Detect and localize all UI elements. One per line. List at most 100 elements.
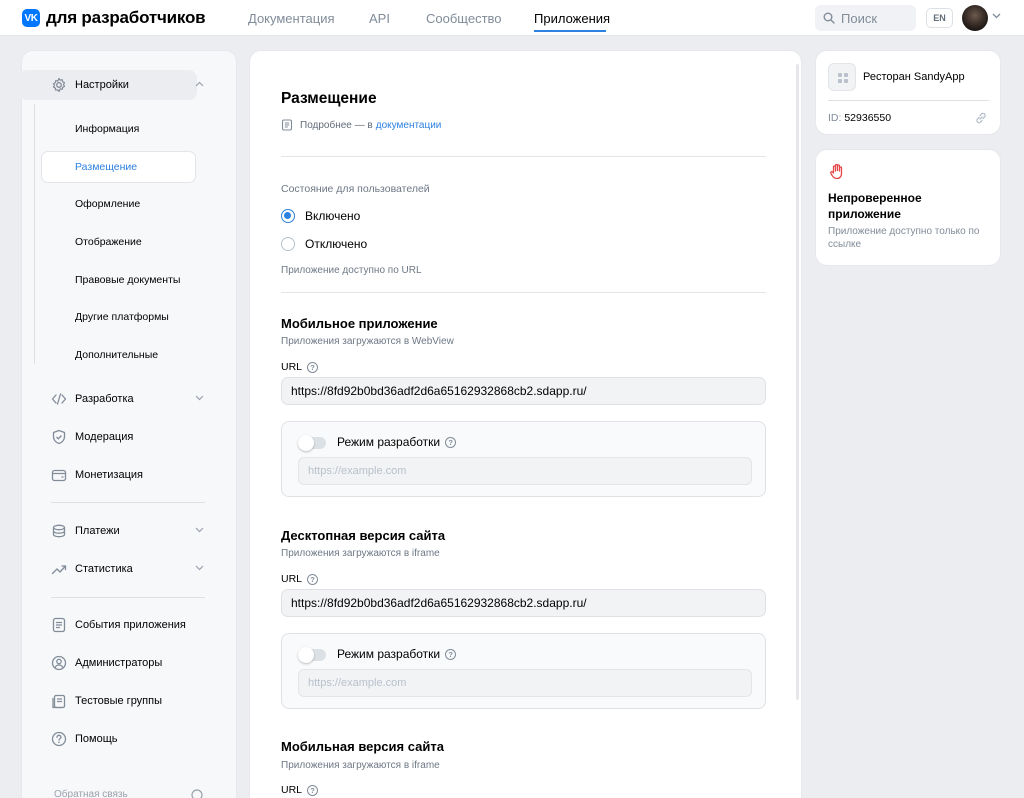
help-icon[interactable]: ? <box>307 361 319 373</box>
vk-logo-icon: VK <box>22 9 40 27</box>
sidebar-sub-legal[interactable]: Правовые документы <box>75 274 180 286</box>
chevron-down-icon <box>195 565 204 571</box>
code-icon <box>51 393 67 405</box>
dev-mode-toggle[interactable] <box>298 435 326 451</box>
sidebar-sub-extra[interactable]: Дополнительные <box>75 349 158 361</box>
language-button[interactable]: EN <box>926 8 953 28</box>
radio-disabled[interactable]: Отключено <box>281 237 367 251</box>
hand-stop-icon <box>830 163 843 180</box>
nav-active-indicator <box>534 30 606 32</box>
url-label: URL? <box>281 361 319 373</box>
section-title: Мобильная версия сайта <box>281 739 444 754</box>
search-input[interactable]: Поиск <box>815 5 916 31</box>
submenu-line <box>34 104 35 364</box>
sidebar-item-statistics[interactable]: Статистика <box>21 554 237 584</box>
dev-url-input[interactable]: https://example.com <box>298 669 752 697</box>
divider <box>828 100 989 101</box>
help-icon[interactable]: ? <box>445 648 457 660</box>
vk-dev-logo[interactable]: VK для разработчиков <box>22 8 206 28</box>
nav-docs[interactable]: Документация <box>248 11 335 26</box>
nav-community[interactable]: Сообщество <box>426 11 502 26</box>
mobile-app-url-input[interactable]: https://8fd92b0bd36adf2d6a65162932868cb2… <box>281 377 766 405</box>
docs-hint-text: Подробнее — в <box>300 119 373 131</box>
app-id: ID: 52936550 <box>828 112 891 124</box>
url-label: URL? <box>281 784 319 796</box>
help-icon[interactable]: ? <box>307 573 319 585</box>
sidebar-sub-design[interactable]: Оформление <box>75 198 140 210</box>
app-id-value: 52936550 <box>844 112 892 124</box>
section-title: Десктопная версия сайта <box>281 528 446 543</box>
sidebar-sub-display[interactable]: Отображение <box>75 236 142 248</box>
radio-unchecked-icon[interactable] <box>281 237 295 251</box>
nav-api[interactable]: API <box>369 11 390 26</box>
sidebar-item-payments[interactable]: Платежи <box>21 516 237 546</box>
logo-text: для разработчиков <box>46 8 206 27</box>
chat-icon[interactable] <box>191 789 203 798</box>
nav-apps[interactable]: Приложения <box>534 11 610 26</box>
sidebar-item-development[interactable]: Разработка <box>21 384 237 414</box>
chevron-down-icon[interactable] <box>992 13 1001 19</box>
list-icon <box>52 617 66 633</box>
sidebar-divider <box>51 502 205 503</box>
shield-check-icon <box>52 429 66 445</box>
search-icon <box>823 12 835 24</box>
search-placeholder: Поиск <box>841 10 878 26</box>
desktop-url-input[interactable]: https://8fd92b0bd36adf2d6a65162932868cb2… <box>281 589 766 617</box>
url-label: URL? <box>281 573 319 585</box>
url-label-text: URL <box>281 361 303 373</box>
sidebar-sub-placement[interactable]: Размещение <box>75 161 137 173</box>
section-subtitle: Приложения загружаются в WebView <box>281 336 454 347</box>
divider <box>281 156 766 157</box>
help-icon[interactable]: ? <box>445 436 457 448</box>
gear-icon <box>52 77 66 93</box>
radio-disabled-label: Отключено <box>305 237 368 251</box>
section-subtitle: Приложения загружаются в iframe <box>281 760 440 771</box>
sidebar-item-help[interactable]: Помощь <box>21 724 237 754</box>
document-icon <box>281 119 293 131</box>
radio-enabled[interactable]: Включено <box>281 209 360 223</box>
docs-hint: Подробнее — в документации <box>281 119 441 131</box>
help-icon[interactable]: ? <box>307 784 319 796</box>
sidebar-item-label: Настройки <box>75 79 129 91</box>
app-name: Ресторан SandyApp <box>863 71 965 83</box>
page-title: Размещение <box>281 90 377 107</box>
radio-checked-icon[interactable] <box>281 209 295 223</box>
sidebar-sub-info[interactable]: Информация <box>75 123 139 135</box>
dev-mode-toggle[interactable] <box>298 647 326 663</box>
dev-url-input[interactable]: https://example.com <box>298 457 752 485</box>
dev-mode-box: Режим разработки? https://example.com <box>281 421 766 497</box>
dev-mode-label: Режим разработки? <box>337 647 457 661</box>
docs-link[interactable]: документации <box>376 120 442 131</box>
sidebar-item-label: Статистика <box>75 563 133 575</box>
sidebar-sub-platforms[interactable]: Другие платформы <box>75 311 169 323</box>
url-label-text: URL <box>281 784 303 796</box>
status-card: Непроверенное приложение Приложение дост… <box>815 149 1001 266</box>
sidebar-item-label: Платежи <box>75 525 120 537</box>
dev-mode-box: Режим разработки? https://example.com <box>281 633 766 709</box>
dev-mode-text: Режим разработки <box>337 647 441 661</box>
sidebar-divider <box>51 597 205 598</box>
feedback-link[interactable]: Обратная связь <box>54 789 128 798</box>
sidebar-item-admins[interactable]: Администраторы <box>21 648 237 678</box>
app-icon <box>828 63 856 91</box>
avatar[interactable] <box>962 5 988 31</box>
sidebar-item-moderation[interactable]: Модерация <box>21 422 237 452</box>
clipboard-icon <box>52 694 66 709</box>
coins-icon <box>52 524 66 538</box>
chevron-down-icon <box>195 395 204 401</box>
chevron-up-icon <box>195 81 204 87</box>
main-scrollbar[interactable] <box>796 64 799 700</box>
sidebar-item-label: Модерация <box>75 431 134 443</box>
section-subtitle: Приложения загружаются в iframe <box>281 548 440 559</box>
link-icon[interactable] <box>974 111 988 125</box>
dev-mode-text: Режим разработки <box>337 435 441 449</box>
wallet-icon <box>51 469 67 482</box>
sidebar-item-label: Разработка <box>75 393 134 405</box>
sidebar-item-label: События приложения <box>75 619 186 631</box>
sidebar-item-events[interactable]: События приложения <box>21 610 237 640</box>
sidebar-settings-row[interactable]: Настройки <box>21 70 237 100</box>
sidebar-item-test-groups[interactable]: Тестовые группы <box>21 686 237 716</box>
state-label: Состояние для пользователей <box>281 183 430 195</box>
divider <box>281 292 766 293</box>
sidebar-item-monetization[interactable]: Монетизация <box>21 460 237 490</box>
